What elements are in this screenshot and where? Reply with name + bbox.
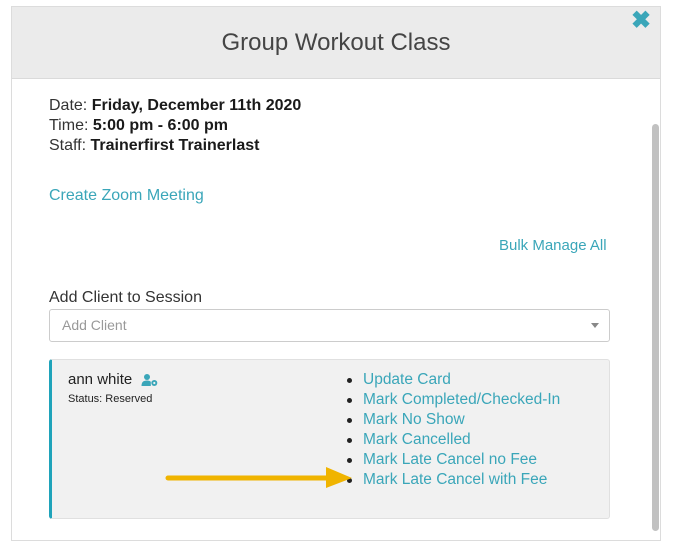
action-mark-no-show: Mark No Show	[347, 410, 560, 430]
close-icon[interactable]: ✖	[627, 7, 655, 35]
user-gear-icon[interactable]	[141, 373, 158, 387]
mark-late-cancel-with-fee-link[interactable]: Mark Late Cancel with Fee	[363, 471, 547, 488]
mark-cancelled-link[interactable]: Mark Cancelled	[363, 431, 471, 448]
client-card: ann white Status: Reserved Update Card M…	[49, 359, 610, 519]
add-client-label: Add Client to Session	[49, 289, 202, 306]
action-update-card: Update Card	[347, 370, 560, 390]
create-zoom-meeting-link[interactable]: Create Zoom Meeting	[49, 187, 204, 205]
session-time: Time: 5:00 pm - 6:00 pm	[49, 117, 229, 134]
client-name: ann white	[68, 371, 133, 388]
modal-header: Group Workout Class	[12, 7, 660, 79]
action-mark-late-cancel-no-fee: Mark Late Cancel no Fee	[347, 450, 560, 470]
mark-no-show-link[interactable]: Mark No Show	[363, 411, 465, 428]
add-client-select[interactable]: Add Client	[49, 309, 610, 342]
action-mark-late-cancel-with-fee: Mark Late Cancel with Fee	[347, 470, 560, 490]
mark-late-cancel-no-fee-link[interactable]: Mark Late Cancel no Fee	[363, 451, 537, 468]
session-info: Date: Friday, December 11th 2020 Time: 5…	[49, 96, 301, 156]
session-date: Date: Friday, December 11th 2020	[49, 97, 302, 114]
update-card-link[interactable]: Update Card	[363, 371, 451, 388]
action-mark-completed: Mark Completed/Checked-In	[347, 390, 560, 410]
chevron-down-icon	[591, 323, 599, 328]
add-client-placeholder: Add Client	[62, 317, 127, 333]
scrollbar-thumb[interactable]	[652, 124, 659, 531]
client-actions-list: Update Card Mark Completed/Checked-In Ma…	[347, 370, 560, 490]
session-staff: Staff: Trainerfirst Trainerlast	[49, 137, 260, 154]
client-status: Status: Reserved	[68, 393, 153, 405]
bulk-manage-all-link[interactable]: Bulk Manage All	[499, 237, 607, 254]
mark-completed-link[interactable]: Mark Completed/Checked-In	[363, 391, 560, 408]
modal-title: Group Workout Class	[221, 29, 451, 56]
arrow-annotation-icon	[165, 467, 352, 488]
session-modal: Group Workout Class Date: Friday, Decemb…	[11, 6, 661, 541]
action-mark-cancelled: Mark Cancelled	[347, 430, 560, 450]
